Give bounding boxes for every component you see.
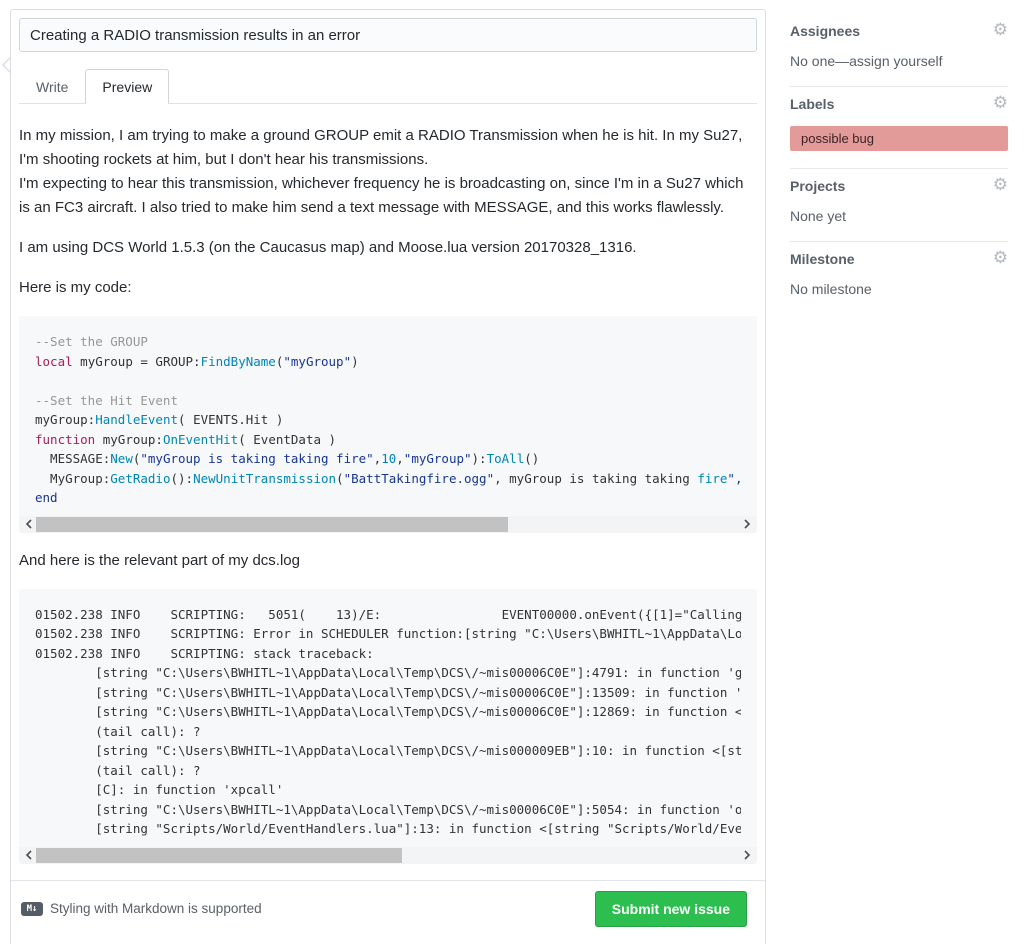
scrollbar-thumb[interactable] [36, 517, 508, 532]
scroll-left-arrow[interactable] [22, 847, 36, 864]
sidebar-section-milestone: Milestone ⚙ No milestone [790, 242, 1008, 297]
milestone-value: No milestone [790, 281, 1008, 297]
write-preview-tabnav: Write Preview [19, 69, 757, 104]
new-issue-page: Write Preview In my mission, I am trying… [0, 0, 1025, 944]
issue-body-paragraph-2: I am using DCS World 1.5.3 (on the Cauca… [19, 236, 757, 260]
projects-heading[interactable]: Projects [790, 178, 845, 194]
log-lines: 01502.238 INFO SCRIPTING: 5051( 13)/E: E… [35, 605, 741, 839]
gear-icon[interactable]: ⚙ [993, 250, 1008, 267]
issue-body-paragraph-1: In my mission, I am trying to make a gro… [19, 124, 757, 220]
projects-value: None yet [790, 208, 1008, 224]
scrollbar-track[interactable] [36, 848, 740, 863]
tab-write[interactable]: Write [19, 69, 85, 103]
issue-sidebar: Assignees ⚙ No one—assign yourself Label… [790, 14, 1008, 297]
sidebar-section-assignees: Assignees ⚙ No one—assign yourself [790, 14, 1008, 87]
code-horizontal-scrollbar[interactable] [19, 516, 757, 533]
sidebar-section-projects: Projects ⚙ None yet [790, 169, 1008, 242]
gear-icon[interactable]: ⚙ [993, 177, 1008, 194]
labels-heading[interactable]: Labels [790, 96, 834, 112]
markdown-icon: M↓ [21, 902, 43, 916]
scroll-right-arrow[interactable] [740, 847, 754, 864]
scrollbar-thumb[interactable] [36, 848, 402, 863]
gear-icon[interactable]: ⚙ [993, 22, 1008, 39]
paragraph-text: I'm expecting to hear this transmission,… [19, 175, 743, 216]
tab-preview[interactable]: Preview [85, 69, 169, 104]
assignees-heading[interactable]: Assignees [790, 23, 860, 39]
issue-body-paragraph-4: And here is the relevant part of my dcs.… [19, 549, 757, 573]
scroll-left-arrow[interactable] [22, 516, 36, 533]
paragraph-text: In my mission, I am trying to make a gro… [19, 127, 742, 168]
dcs-log-block: 01502.238 INFO SCRIPTING: 5051( 13)/E: E… [19, 589, 757, 864]
log-horizontal-scrollbar[interactable] [19, 847, 757, 864]
markdown-hint-text: Styling with Markdown is supported [50, 901, 262, 916]
assignees-value[interactable]: No one—assign yourself [790, 53, 1008, 69]
markdown-hint: M↓ Styling with Markdown is supported [21, 901, 262, 916]
issue-title-input[interactable] [19, 18, 757, 52]
submit-new-issue-button[interactable]: Submit new issue [595, 891, 747, 927]
scrollbar-track[interactable] [36, 517, 740, 532]
label-possible-bug[interactable]: possible bug [790, 126, 1008, 151]
gear-icon[interactable]: ⚙ [993, 95, 1008, 112]
new-issue-form: Write Preview In my mission, I am trying… [10, 9, 766, 944]
lua-code-lines: --Set the GROUPlocal myGroup = GROUP:Fin… [35, 332, 741, 508]
scroll-right-arrow[interactable] [740, 516, 754, 533]
form-footer: M↓ Styling with Markdown is supported Su… [11, 880, 765, 937]
preview-pane: In my mission, I am trying to make a gro… [19, 104, 757, 864]
sidebar-section-labels: Labels ⚙ possible bug [790, 87, 1008, 169]
lua-code-block: --Set the GROUPlocal myGroup = GROUP:Fin… [19, 316, 757, 533]
milestone-heading[interactable]: Milestone [790, 251, 855, 267]
issue-body-paragraph-3: Here is my code: [19, 276, 757, 300]
